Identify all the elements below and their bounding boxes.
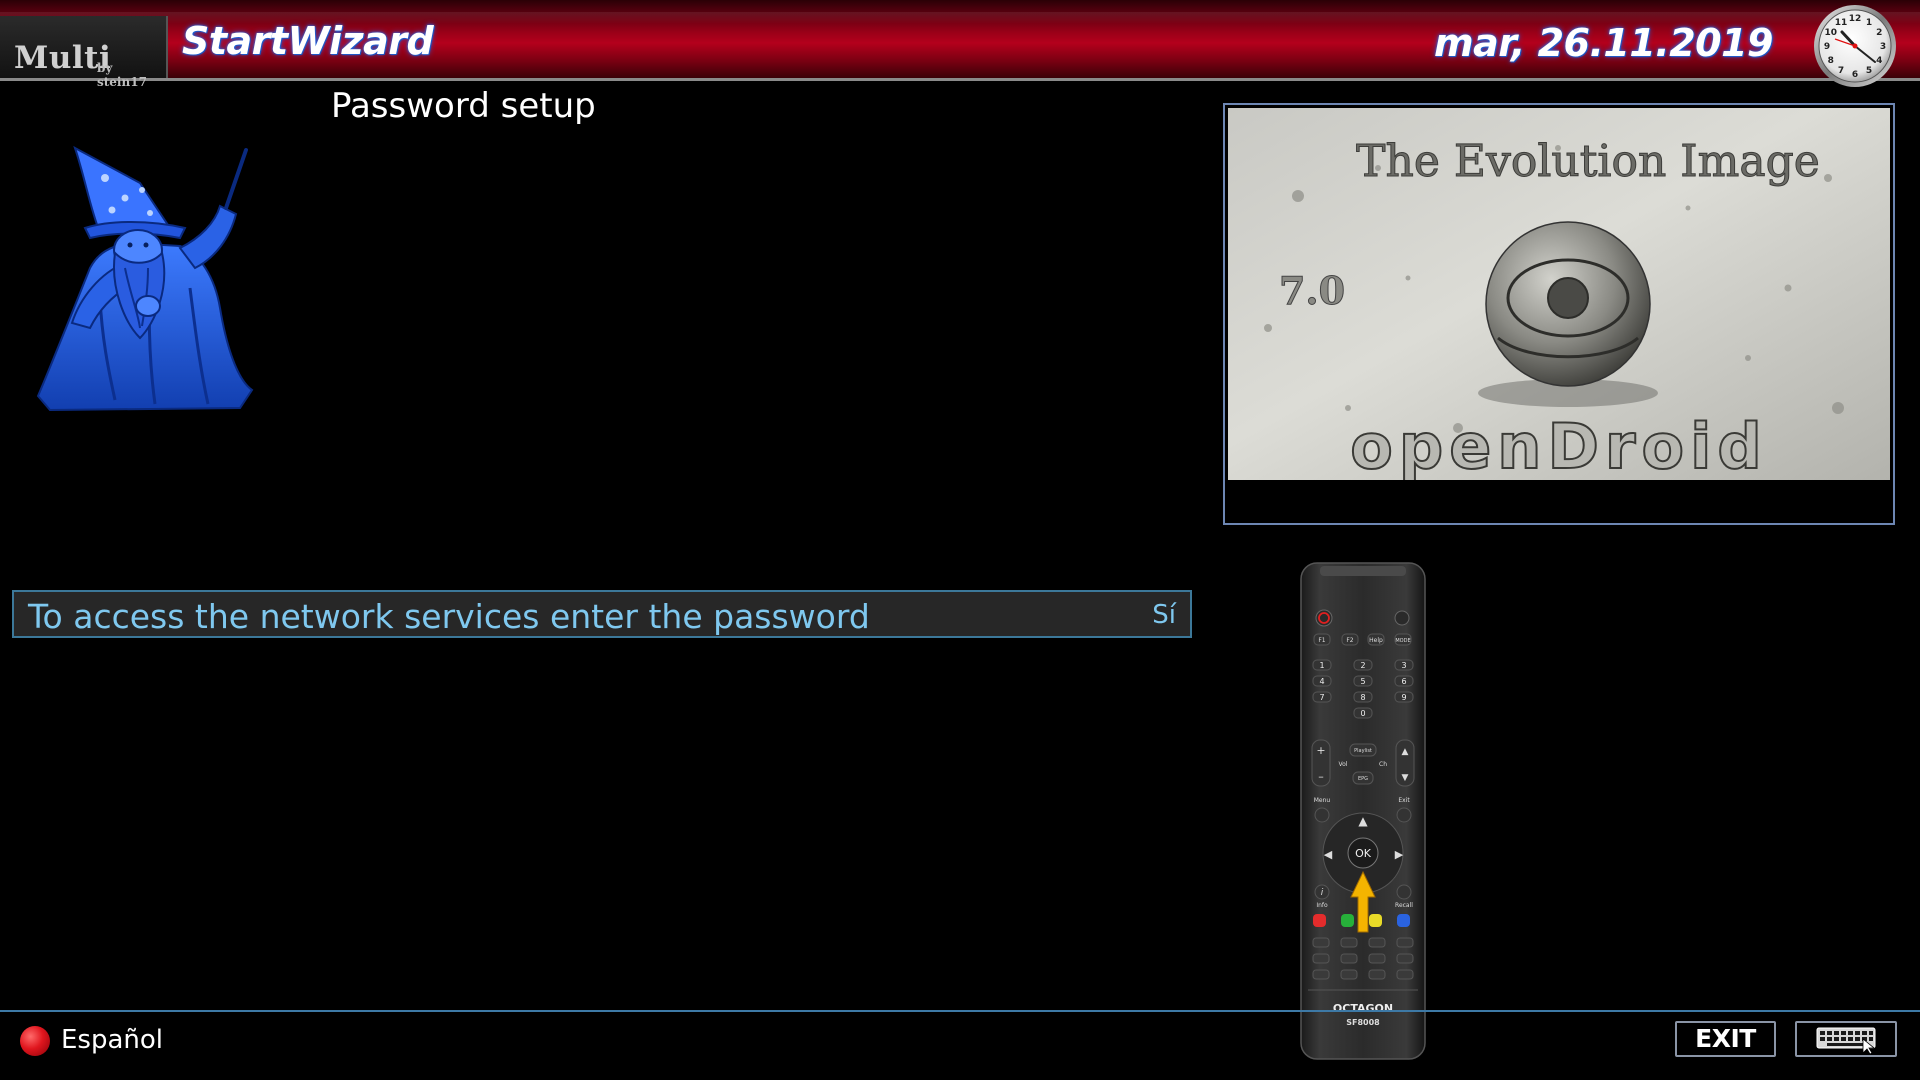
remote-digit-label: 7 <box>1319 693 1324 702</box>
keyboard-icon <box>1816 1027 1876 1055</box>
remote-digit-label: 6 <box>1401 677 1406 686</box>
clock-numeral: 2 <box>1876 28 1882 38</box>
app-title: StartWizard <box>182 19 434 63</box>
clock-numeral: 1 <box>1866 18 1872 28</box>
exit-button[interactable]: EXIT <box>1675 1021 1776 1057</box>
clock-numeral: 6 <box>1852 70 1858 80</box>
clock-numeral: 4 <box>1876 56 1882 66</box>
config-item-value[interactable]: Sí <box>1152 600 1176 630</box>
clock-numeral: 9 <box>1824 42 1830 52</box>
remote-info-label: Info <box>1316 902 1328 909</box>
clock-numeral: 11 <box>1835 18 1848 28</box>
remote-digit-label: 2 <box>1360 661 1365 670</box>
remote-control-image: F1 F2 Help MODE 1 2 34 5 67 8 90 +– Vol ▲▼ Ch … <box>1300 562 1426 1060</box>
remote-mode-label: MODE <box>1395 638 1410 644</box>
preview-heading: The Evolution Image <box>1356 136 1820 187</box>
remote-recall-label: Recall <box>1395 902 1413 909</box>
date-display: mar, 26.11.2019 <box>1434 21 1773 65</box>
remote-digit-label: 4 <box>1319 677 1324 686</box>
brand-author: by stein17 <box>97 61 147 89</box>
wizard-mascot-icon <box>36 145 254 412</box>
start-wizard-screen: Multi by stein17 StartWizard mar, 26.11.… <box>0 0 1920 1080</box>
remote-digit-label: 3 <box>1401 661 1406 670</box>
clock-numeral: 8 <box>1828 56 1834 66</box>
remote-f2-label: F2 <box>1346 637 1353 644</box>
footer-divider <box>0 1010 1920 1012</box>
remote-model: SF8008 <box>1346 1018 1380 1027</box>
keyboard-button[interactable] <box>1795 1021 1897 1057</box>
remote-epg-label: EPG <box>1358 776 1368 782</box>
clock-numeral: 3 <box>1880 42 1886 52</box>
svg-text:▼: ▼ <box>1402 773 1409 783</box>
remote-digit-label: 1 <box>1319 661 1324 670</box>
remote-digit-label: 0 <box>1360 709 1365 718</box>
remote-digit-label: 5 <box>1360 677 1365 686</box>
analog-clock-icon: 12 12 3 45678 9 1011 <box>1814 5 1896 87</box>
remote-help-label: Help <box>1369 637 1383 644</box>
red-button-icon[interactable] <box>20 1026 50 1056</box>
clock-numeral: 7 <box>1838 66 1844 76</box>
remote-f1-label: F1 <box>1318 637 1325 644</box>
remote-digit-label: 8 <box>1360 693 1365 702</box>
svg-text:+: + <box>1316 744 1325 757</box>
language-label[interactable]: Español <box>61 1025 163 1055</box>
config-list-item-selected[interactable]: To access the network services enter the… <box>12 590 1192 638</box>
preview-version: 7.0 <box>1279 268 1345 313</box>
config-item-label: To access the network services enter the… <box>28 597 870 636</box>
remote-playlist-label: Playlist <box>1354 748 1372 754</box>
page-subtitle: Password setup <box>331 86 596 126</box>
svg-text:▲: ▲ <box>1402 747 1409 757</box>
remote-brand: OCTAGON <box>1333 1002 1393 1015</box>
svg-text:◀: ◀ <box>1324 848 1333 861</box>
remote-ch-label: Ch <box>1379 761 1387 768</box>
clock-numeral: 12 <box>1849 14 1862 24</box>
svg-text:▲: ▲ <box>1358 814 1368 828</box>
remote-digit-label: 9 <box>1401 693 1406 702</box>
svg-text:–: – <box>1318 770 1324 783</box>
image-preview-frame: The Evolution Image 7.0 openDroid <box>1223 103 1895 525</box>
header-bar: Multi by stein17 StartWizard mar, 26.11.… <box>0 0 1920 89</box>
clock-numeral: 10 <box>1825 28 1838 38</box>
brand-box: Multi by stein17 <box>0 16 168 89</box>
remote-ok-label: OK <box>1355 847 1372 860</box>
remote-exit-label: Exit <box>1398 797 1410 804</box>
preview-logo-text: openDroid <box>1350 410 1767 480</box>
clock-numeral: 5 <box>1866 66 1872 76</box>
svg-text:▶: ▶ <box>1395 848 1404 861</box>
openatv-evolution-image: The Evolution Image 7.0 openDroid <box>1228 108 1890 480</box>
remote-vol-label: Vol <box>1339 761 1348 768</box>
remote-menu-label: Menu <box>1314 797 1331 804</box>
